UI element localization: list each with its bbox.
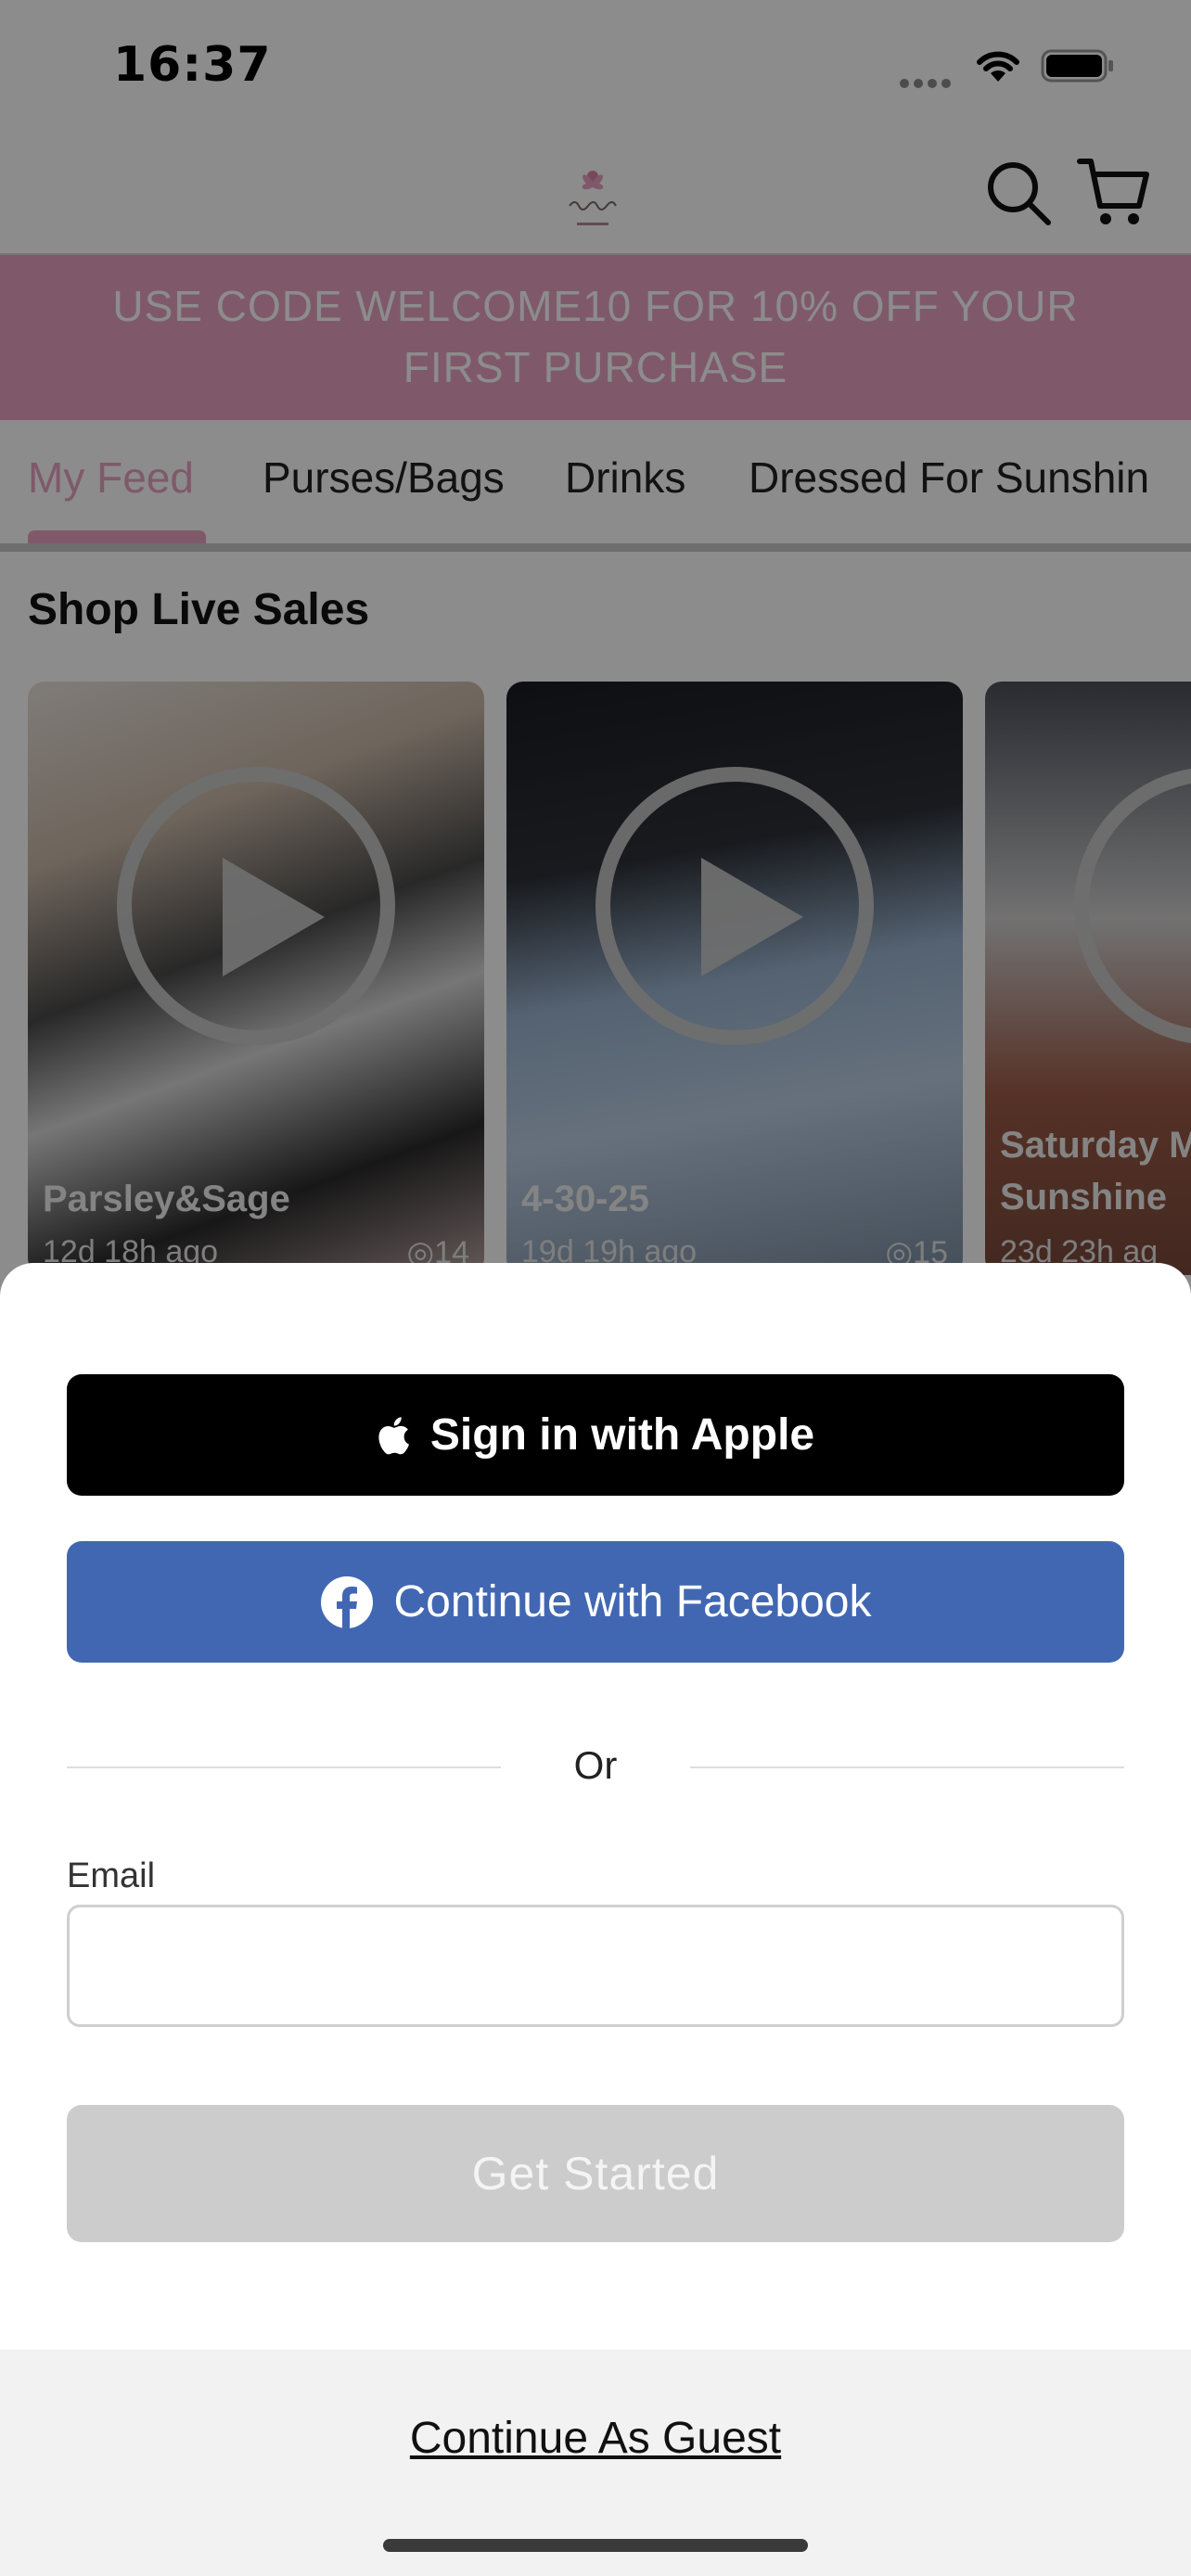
facebook-icon <box>320 1575 374 1629</box>
home-indicator[interactable] <box>383 2539 808 2552</box>
apple-icon <box>377 1416 410 1455</box>
sign-in-with-apple-button[interactable]: Sign in with Apple <box>67 1374 1124 1496</box>
continue-with-facebook-button[interactable]: Continue with Facebook <box>67 1541 1124 1663</box>
continue-as-guest-link[interactable]: Continue As Guest <box>0 2413 1191 2464</box>
facebook-button-label: Continue with Facebook <box>393 1577 872 1626</box>
email-label: Email <box>67 1856 156 1895</box>
or-divider: Or <box>573 1743 618 1787</box>
divider-line-right <box>690 1766 1124 1768</box>
email-field[interactable] <box>67 1905 1124 2027</box>
sign-in-sheet: Sign in with Apple Continue with Faceboo… <box>0 1263 1191 2576</box>
get-started-button[interactable]: Get Started <box>67 2105 1124 2242</box>
apple-button-label: Sign in with Apple <box>429 1410 815 1460</box>
divider-line-left <box>67 1766 501 1768</box>
